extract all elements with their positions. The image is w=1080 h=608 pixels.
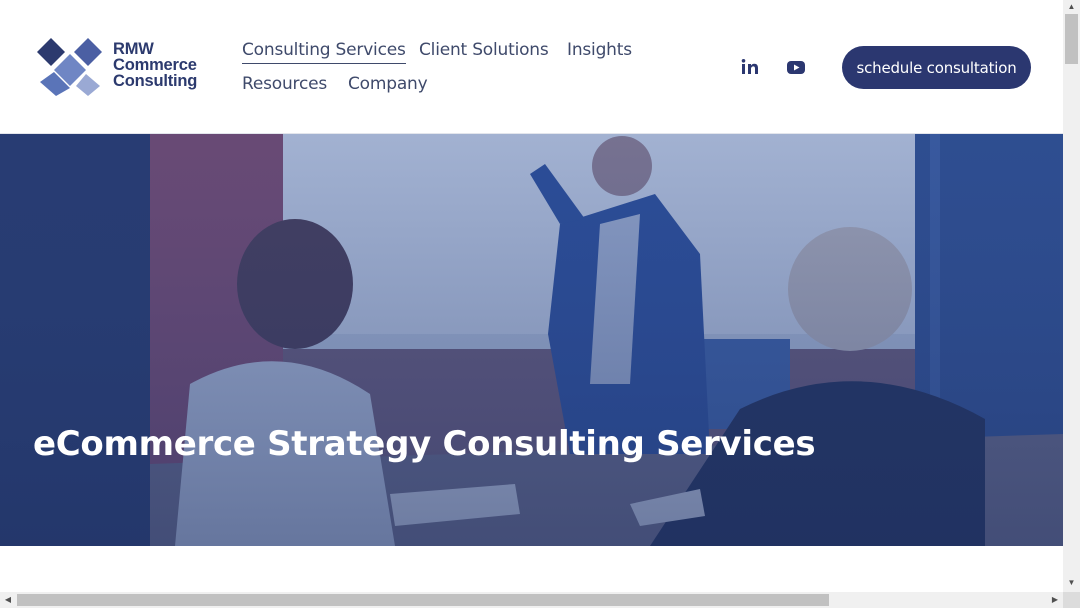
nav-client-solutions[interactable]: Client Solutions bbox=[419, 40, 549, 60]
horizontal-scrollbar[interactable]: ◀ ▶ bbox=[0, 592, 1063, 608]
scrollbar-corner bbox=[1063, 592, 1080, 608]
linkedin-link[interactable] bbox=[740, 57, 760, 77]
horizontal-scroll-thumb[interactable] bbox=[17, 594, 829, 606]
nav-insights[interactable]: Insights bbox=[567, 40, 632, 60]
nav-resources[interactable]: Resources bbox=[242, 74, 327, 94]
rmw-diamond-logo-icon bbox=[37, 38, 102, 96]
site-logo-link[interactable]: RMW Commerce Consulting bbox=[36, 38, 206, 98]
scroll-up-arrow-icon[interactable]: ▲ bbox=[1063, 0, 1080, 14]
logo-line-2: Commerce bbox=[113, 56, 197, 74]
hero-banner: eCommerce Strategy Consulting Services bbox=[0, 134, 1063, 546]
nav-consulting-services[interactable]: Consulting Services bbox=[242, 40, 406, 64]
vertical-scroll-thumb[interactable] bbox=[1065, 14, 1078, 64]
site-header: RMW Commerce Consulting Consulting Servi… bbox=[0, 0, 1063, 134]
youtube-icon bbox=[787, 61, 805, 74]
nav-company[interactable]: Company bbox=[348, 74, 428, 94]
logo-line-1: RMW bbox=[113, 40, 154, 58]
linkedin-icon bbox=[741, 59, 758, 74]
hero-title: eCommerce Strategy Consulting Services bbox=[33, 424, 816, 464]
schedule-consultation-button[interactable]: schedule consultation bbox=[842, 46, 1031, 89]
scroll-right-arrow-icon[interactable]: ▶ bbox=[1047, 592, 1063, 608]
vertical-scrollbar[interactable]: ▲ ▼ bbox=[1063, 0, 1080, 592]
scroll-left-arrow-icon[interactable]: ◀ bbox=[0, 592, 16, 608]
meeting-photo bbox=[0, 134, 1063, 546]
logo-wordmark: RMW Commerce Consulting bbox=[113, 40, 198, 90]
logo-line-3: Consulting bbox=[113, 72, 198, 90]
scroll-down-arrow-icon[interactable]: ▼ bbox=[1063, 576, 1080, 590]
youtube-link[interactable] bbox=[786, 57, 806, 77]
page: RMW Commerce Consulting Consulting Servi… bbox=[0, 0, 1063, 592]
